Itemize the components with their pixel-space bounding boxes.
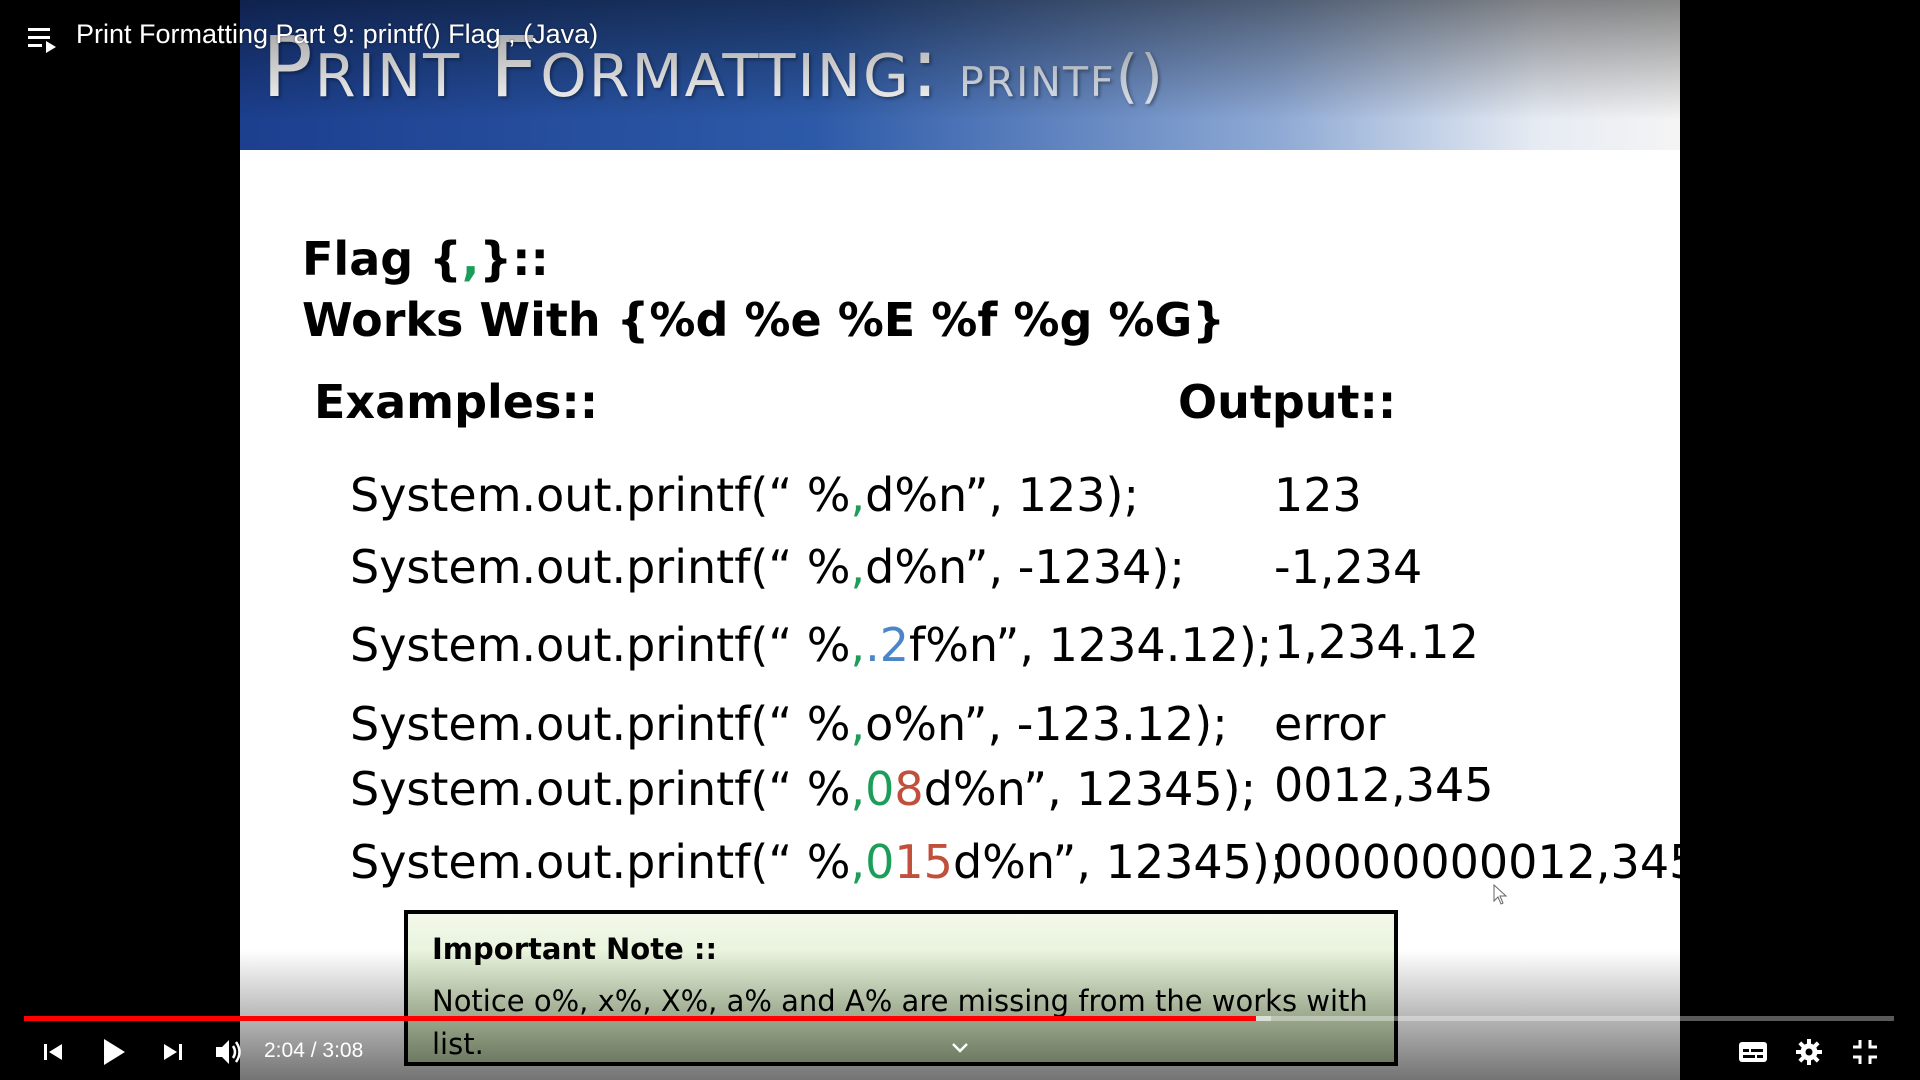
code-post: d%n”, 123); — [865, 468, 1139, 522]
play-button[interactable] — [96, 1034, 132, 1070]
skip-next-icon — [164, 1044, 182, 1060]
progress-played — [24, 1016, 1257, 1021]
code-flag: , — [850, 762, 866, 816]
mouse-cursor-icon — [1493, 884, 1508, 905]
example-code-line: System.out.printf(“ %,08d%n”, 12345); — [350, 762, 1256, 816]
flag-heading: Flag {,}:: — [302, 232, 549, 286]
example-code-line: System.out.printf(“ %,015d%n”, 12345); — [350, 835, 1285, 889]
volume-button[interactable] — [212, 1034, 248, 1070]
settings-button[interactable] — [1792, 1034, 1826, 1070]
duration: 3:08 — [322, 1039, 364, 1062]
code-pre: System.out.printf(“ % — [350, 762, 851, 816]
code-post: d%n”, 12345); — [952, 835, 1286, 889]
example-output: 123 — [1274, 468, 1362, 522]
flag-heading-suffix: }:: — [479, 232, 549, 286]
code-pre: System.out.printf(“ % — [350, 540, 851, 594]
code-flag: , — [850, 835, 866, 889]
code-mid1: 0 — [865, 762, 895, 816]
volume-icon — [216, 1040, 241, 1064]
example-output: 0012,345 — [1274, 758, 1494, 812]
previous-button[interactable] — [38, 1034, 68, 1070]
code-flag: , — [850, 468, 866, 522]
example-code-line: System.out.printf(“ %,.2f%n”, 1234.12); — [350, 618, 1272, 672]
flag-heading-flag: , — [461, 232, 480, 286]
code-mid2: 8 — [894, 762, 924, 816]
works-with-line: Works With {%d %e %E %f %g %G} — [302, 293, 1225, 347]
example-code-line: System.out.printf(“ %,o%n”, -123.12); — [350, 697, 1228, 751]
code-pre: System.out.printf(“ % — [350, 835, 851, 889]
example-output: 1,234.12 — [1274, 615, 1479, 669]
code-post: d%n”, 12345); — [923, 762, 1257, 816]
example-code-line: System.out.printf(“ %,d%n”, 123); — [350, 468, 1139, 522]
code-post: d%n”, -1234); — [865, 540, 1185, 594]
skip-previous-icon — [44, 1044, 62, 1060]
time-separator: / — [304, 1039, 323, 1062]
code-mid1: 0 — [865, 835, 895, 889]
note-body: Notice o%, x%, X%, a% and A% are missing… — [432, 984, 1368, 1061]
exit-fullscreen-icon — [1853, 1040, 1877, 1064]
progress-bar[interactable] — [24, 1016, 1894, 1021]
code-flag: , — [850, 618, 866, 672]
note-title: Important Note :: — [432, 932, 718, 966]
code-flag: , — [850, 697, 866, 751]
code-pre: System.out.printf(“ % — [350, 697, 851, 751]
code-pre: System.out.printf(“ % — [350, 468, 851, 522]
next-button[interactable] — [158, 1034, 188, 1070]
examples-label: Examples:: — [314, 375, 599, 429]
subtitles-icon — [1739, 1042, 1767, 1062]
important-note-box: Important Note :: Notice o%, x%, X%, a% … — [404, 910, 1398, 1066]
video-frame: Print Formatting: printf() Flag {,}:: Wor… — [240, 0, 1680, 1080]
flag-heading-prefix: Flag { — [302, 232, 462, 286]
code-flag: , — [850, 540, 866, 594]
chevron-down-icon[interactable] — [948, 1040, 972, 1056]
play-icon — [104, 1039, 125, 1065]
code-pre: System.out.printf(“ % — [350, 618, 851, 672]
video-title[interactable]: Print Formatting Part 9: printf() Flag ,… — [76, 19, 598, 50]
code-mid1: .2 — [865, 618, 910, 672]
example-code-line: System.out.printf(“ %,d%n”, -1234); — [350, 540, 1185, 594]
exit-fullscreen-button[interactable] — [1848, 1034, 1882, 1070]
example-output: 00000000012,345 — [1274, 835, 1680, 889]
code-post: f%n”, 1234.12); — [909, 618, 1273, 672]
time-display: 2:04 / 3:08 — [264, 1039, 363, 1063]
current-time: 2:04 — [264, 1039, 305, 1062]
code-mid2: 15 — [894, 835, 953, 889]
gear-icon — [1796, 1039, 1822, 1065]
playlist-icon[interactable] — [26, 24, 60, 54]
output-label: Output:: — [1178, 375, 1397, 429]
subtitles-button[interactable] — [1736, 1034, 1770, 1070]
video-player[interactable]: Print Formatting: printf() Flag {,}:: Wor… — [0, 0, 1920, 1080]
example-output: error — [1274, 697, 1386, 751]
code-post: o%n”, -123.12); — [865, 697, 1228, 751]
slide-header-sub: printf() — [958, 42, 1165, 110]
example-output: -1,234 — [1274, 540, 1423, 594]
